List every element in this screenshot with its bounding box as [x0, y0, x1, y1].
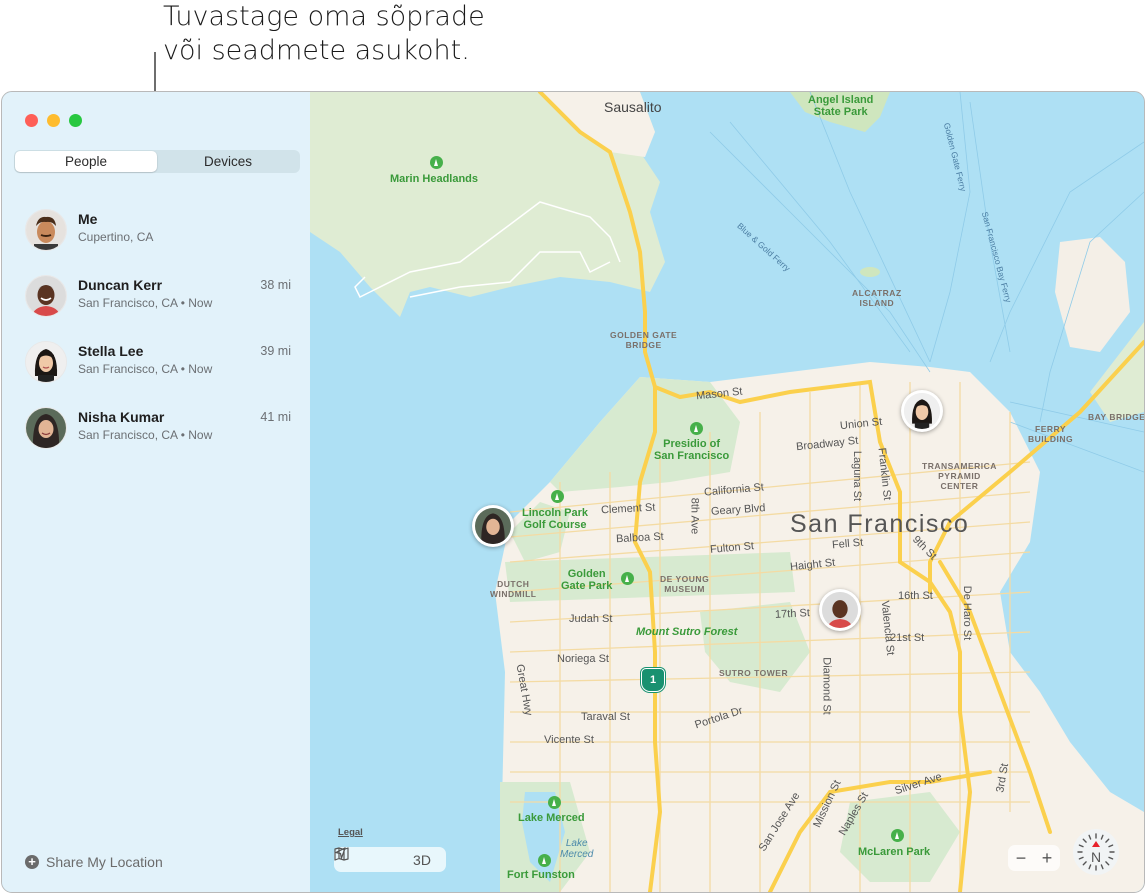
- people-devices-segmented-control: People Devices: [14, 150, 300, 173]
- find-my-window: People Devices Me Cupertino, CA Duncan K…: [1, 91, 1145, 893]
- legal-link: Legal: [338, 827, 363, 838]
- street-label: 16th St: [898, 590, 933, 602]
- park-icon: [621, 572, 634, 585]
- map-pin-stella-lee[interactable]: [901, 390, 943, 432]
- person-distance: 39 mi: [260, 344, 291, 358]
- place-label-dutch-windmill: DUTCH WINDMILL: [490, 579, 537, 599]
- place-label-sausalito: Sausalito: [604, 99, 662, 115]
- street-label: Noriega St: [557, 653, 609, 665]
- person-name: Me: [78, 211, 98, 227]
- place-label-marin-headlands: Marin Headlands: [390, 173, 479, 185]
- city-label: San Francisco: [790, 510, 970, 538]
- water-label-lake-merced: Lake Merced: [560, 838, 594, 860]
- compass-button[interactable]: N: [1073, 829, 1119, 875]
- place-label-ferry-building: FERRY BUILDING: [1028, 424, 1074, 444]
- street-label: Balboa St: [615, 530, 664, 546]
- plus-circle-icon: +: [25, 855, 39, 869]
- list-item-duncan-kerr[interactable]: Duncan Kerr San Francisco, CA • Now 38 m…: [2, 275, 310, 335]
- place-label-golden-gate-bridge: GOLDEN GATE BRIDGE: [610, 330, 678, 350]
- minimize-button[interactable]: [47, 114, 60, 127]
- list-item-me[interactable]: Me Cupertino, CA: [2, 209, 310, 269]
- place-label-bay-bridge: BAY BRIDGE: [1088, 412, 1144, 422]
- person-location: San Francisco, CA • Now: [78, 428, 213, 442]
- park-icon: [548, 796, 561, 809]
- zoom-in-button[interactable]: +: [1034, 848, 1060, 869]
- tab-devices[interactable]: Devices: [157, 151, 299, 172]
- place-label-lincoln-park: Lincoln Park Golf Course: [522, 507, 589, 531]
- place-label-mclaren-park: McLaren Park: [858, 846, 931, 858]
- place-label-presidio: Presidio of San Francisco: [654, 438, 730, 462]
- park-icon: [891, 829, 904, 842]
- avatar: [25, 407, 67, 449]
- person-name: Nisha Kumar: [78, 409, 165, 425]
- person-location: Cupertino, CA: [78, 230, 154, 244]
- map-view[interactable]: San Francisco Sausalito Marin Headlands …: [310, 92, 1144, 892]
- person-location: San Francisco, CA • Now: [78, 362, 213, 376]
- avatar: [25, 341, 67, 383]
- person-distance: 38 mi: [260, 278, 291, 292]
- person-name: Duncan Kerr: [78, 277, 163, 293]
- place-label-fort-funston: Fort Funston: [507, 869, 575, 881]
- callout-annotation: Tuvastage oma sõprade või seadmete asuko…: [163, 0, 485, 68]
- street-label: 8th Ave: [688, 497, 701, 535]
- place-label-golden-gate-park: Golden Gate Park: [561, 568, 613, 592]
- street-label: Diamond St: [820, 657, 833, 715]
- highway-1-shield: 1: [641, 668, 665, 692]
- map-pin-duncan-kerr[interactable]: [819, 589, 861, 631]
- person-name: Stella Lee: [78, 343, 144, 359]
- golf-icon: [551, 490, 564, 503]
- street-label: 21st St: [890, 632, 925, 644]
- 3d-button[interactable]: 3D: [402, 852, 442, 868]
- avatar: [25, 209, 67, 251]
- list-item-stella-lee[interactable]: Stella Lee San Francisco, CA • Now 39 mi: [2, 341, 310, 401]
- place-label-transamerica: TRANSAMERICA PYRAMID CENTER: [922, 461, 997, 491]
- person-distance: 41 mi: [260, 410, 291, 424]
- street-label: Vicente St: [544, 734, 594, 746]
- place-label-de-young-museum: DE YOUNG MUSEUM: [660, 574, 710, 594]
- sidebar: People Devices Me Cupertino, CA Duncan K…: [2, 92, 310, 892]
- park-icon: [430, 156, 443, 169]
- zoom-button[interactable]: [69, 114, 82, 127]
- person-location: San Francisco, CA • Now: [78, 296, 213, 310]
- share-my-location-label: Share My Location: [46, 854, 163, 870]
- street-label: 17th St: [774, 607, 811, 621]
- map-mode-controls: 3D: [334, 847, 446, 872]
- zoom-out-button[interactable]: −: [1008, 848, 1034, 869]
- compass-north-label: N: [1090, 849, 1102, 865]
- tab-people[interactable]: People: [15, 151, 157, 172]
- street-label: Taraval St: [581, 711, 630, 723]
- street-label: Laguna St: [851, 450, 864, 502]
- callout-line-2: või seadmete asukoht.: [163, 35, 470, 66]
- close-button[interactable]: [25, 114, 38, 127]
- callout-line-1: Tuvastage oma sõprade: [163, 1, 485, 32]
- list-item-nisha-kumar[interactable]: Nisha Kumar San Francisco, CA • Now 41 m…: [2, 407, 310, 467]
- place-label-alcatraz: ALCATRAZ ISLAND: [852, 288, 902, 308]
- park-icon: [690, 422, 703, 435]
- park-icon: [538, 854, 551, 867]
- street-label: Judah St: [569, 613, 613, 625]
- avatar: [25, 275, 67, 317]
- place-label-angel-island: Angel Island State Park: [808, 94, 874, 118]
- place-label-mount-sutro-forest: Mount Sutro Forest: [636, 626, 738, 638]
- map-pin-nisha-kumar[interactable]: [472, 505, 514, 547]
- street-label: De Haro St: [961, 585, 974, 641]
- place-label-lake-merced: Lake Merced: [518, 812, 585, 824]
- share-my-location-button[interactable]: + Share My Location: [25, 854, 163, 870]
- zoom-controls: − +: [1008, 845, 1060, 871]
- place-label-sutro-tower: SUTRO TOWER: [719, 668, 789, 678]
